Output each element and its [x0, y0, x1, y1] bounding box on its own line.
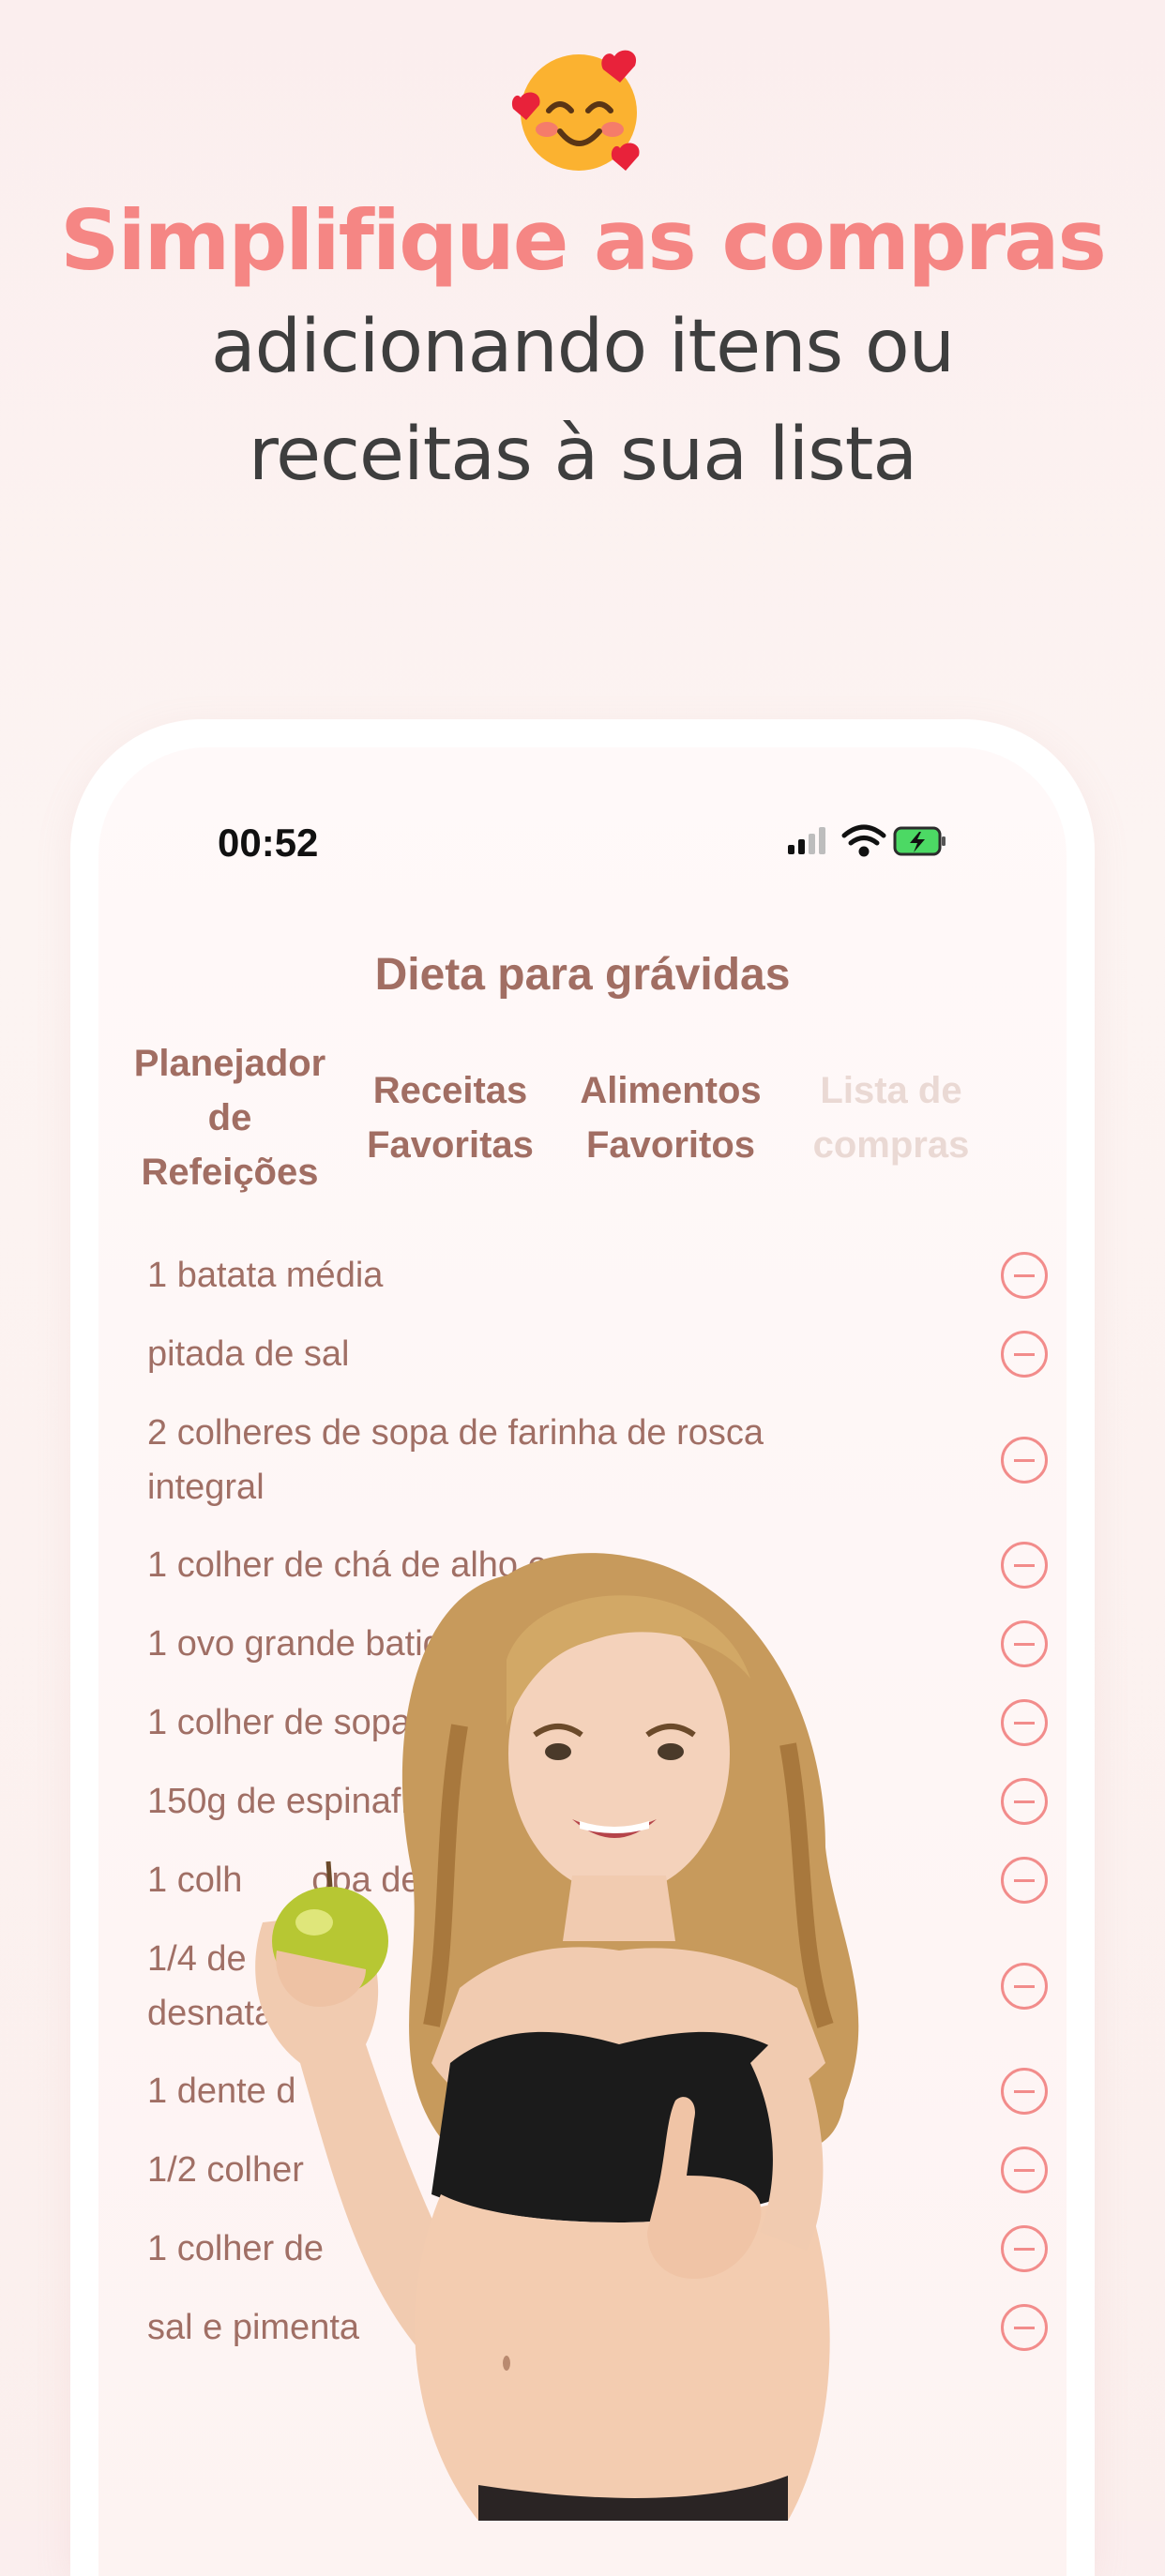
- wifi-icon: [841, 824, 886, 857]
- tab-favorite-foods[interactable]: Alimentos Favoritos: [558, 1063, 783, 1172]
- tab-favorite-recipes[interactable]: Receitas Favoritas: [342, 1063, 558, 1172]
- remove-icon[interactable]: [1001, 1252, 1048, 1299]
- remove-icon[interactable]: [1001, 1699, 1048, 1746]
- signal-icon: [788, 827, 825, 854]
- app-title: Dieta para grávidas: [374, 950, 791, 1000]
- status-icons: [788, 824, 946, 857]
- headline: Simplifique as compras: [60, 192, 1107, 289]
- item-text: 1 batata média: [147, 1256, 384, 1295]
- remove-icon[interactable]: [1001, 1620, 1048, 1667]
- remove-icon[interactable]: [1001, 1778, 1048, 1825]
- remove-icon[interactable]: [1001, 2068, 1048, 2115]
- list-item: 2 colheres de sopa de farinha de rosca i…: [147, 1406, 1048, 1514]
- remove-icon[interactable]: [1001, 1542, 1048, 1589]
- remove-icon[interactable]: [1001, 1963, 1048, 2010]
- smiling-face-with-hearts-icon: [511, 50, 640, 171]
- tab-shopping-list[interactable]: Lista de compras: [783, 1063, 999, 1172]
- remove-icon[interactable]: [1001, 1331, 1048, 1378]
- list-item: 1 batata média: [147, 1248, 1048, 1303]
- remove-icon[interactable]: [1001, 1437, 1048, 1484]
- item-text: 2 colheres de sopa de farinha de rosca i…: [147, 1413, 764, 1507]
- remove-icon[interactable]: [1001, 2147, 1048, 2193]
- remove-icon[interactable]: [1001, 1857, 1048, 1904]
- pregnant-woman-with-apple-image: [255, 1553, 859, 2521]
- remove-icon[interactable]: [1001, 2225, 1048, 2272]
- item-text: pitada de sal: [147, 1334, 350, 1374]
- battery-charging-icon: [893, 826, 946, 856]
- remove-icon[interactable]: [1001, 2304, 1048, 2351]
- tab-meal-planner[interactable]: Planejador de Refeições: [117, 1036, 342, 1199]
- status-time: 00:52: [218, 821, 319, 865]
- list-item: pitada de sal: [147, 1327, 1048, 1381]
- subheadline-line-1: adicionando itens ou: [210, 305, 955, 389]
- subheadline-line-2: receitas à sua lista: [248, 413, 917, 497]
